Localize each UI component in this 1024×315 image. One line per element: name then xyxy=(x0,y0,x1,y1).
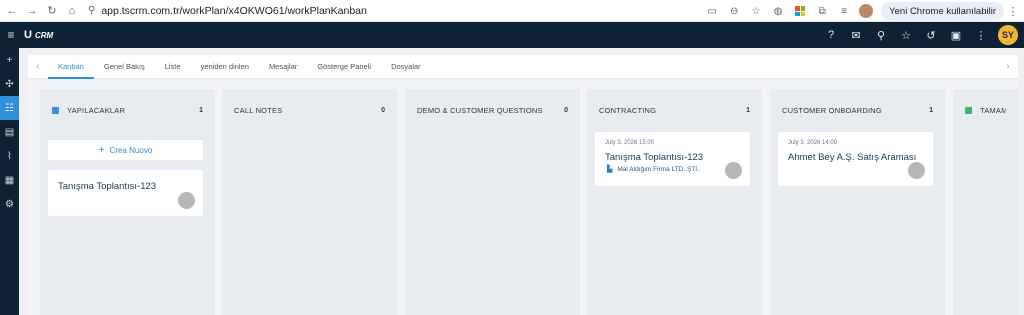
assignee-avatar[interactable] xyxy=(725,162,742,179)
reload-icon[interactable]: ↻ xyxy=(44,3,60,19)
tab-dashboard[interactable]: Gösterge Paneli xyxy=(307,55,381,78)
zoom-icon[interactable]: ⊖ xyxy=(725,2,743,20)
media-control-icon[interactable]: ≡ xyxy=(835,2,853,20)
tab-messages[interactable]: Mesajlar xyxy=(259,55,307,78)
contacts-icon[interactable]: ▦ xyxy=(0,168,19,192)
column-title: DEMO & CUSTOMER QUESTIONS xyxy=(417,105,543,115)
column-title: YAPILACAKLAR xyxy=(67,105,126,115)
mail-icon[interactable]: ✉ xyxy=(845,24,867,46)
column-count: 1 xyxy=(929,106,933,114)
logo-mark: U xyxy=(24,29,32,41)
bookmark-star-icon[interactable]: ☆ xyxy=(747,2,765,20)
building-icon: ▙ xyxy=(607,166,613,173)
home-icon[interactable]: ⌂ xyxy=(64,3,80,19)
column-count: 1 xyxy=(199,106,203,114)
column-header: CONTRACTING 1 xyxy=(587,89,762,131)
history-icon[interactable]: ↺ xyxy=(920,24,942,46)
url-text[interactable]: app.tscrm.com.tr/workPlan/x4OKWO61/workP… xyxy=(101,5,367,17)
column-count: 0 xyxy=(381,106,385,114)
tab-files[interactable]: Dosyalar xyxy=(381,55,431,78)
kanban-column-onboarding: CUSTOMER ONBOARDING 1 July 3, 2026 14:00… xyxy=(770,89,945,315)
logo-text: CRM xyxy=(34,30,54,40)
workplan-list-icon[interactable]: ☷ xyxy=(0,96,19,120)
favorites-star-icon[interactable]: ☆ xyxy=(895,24,917,46)
screen-cast-icon[interactable]: ▭ xyxy=(703,2,721,20)
column-color-dot xyxy=(52,106,59,114)
add-icon[interactable]: + xyxy=(0,48,19,72)
chrome-update-pill[interactable]: Yeni Chrome kullanılabilir xyxy=(881,2,1004,20)
column-title: CUSTOMER ONBOARDING xyxy=(782,105,882,115)
company-name: Mal Aldığım Firma LTD. ŞTİ. xyxy=(617,165,699,173)
column-header: TAMAM xyxy=(953,89,1018,131)
kanban-column-call-notes: CALL NOTES 0 xyxy=(222,89,397,315)
extension-circle-icon[interactable]: ◍ xyxy=(769,2,787,20)
column-header: DEMO & CUSTOMER QUESTIONS 0 xyxy=(405,89,580,131)
search-icon[interactable]: ⚲ xyxy=(870,24,892,46)
hamburger-menu-icon[interactable]: ≡ xyxy=(2,28,20,42)
card-title: Ahmet Bey A.Ş. Satış Araması xyxy=(788,152,917,163)
card-company[interactable]: ▙ Mal Aldığım Firma LTD. ŞTİ. xyxy=(607,165,699,174)
tab-overview[interactable]: Genel Bakış xyxy=(94,55,155,78)
chrome-menu-icon[interactable]: ⋮ xyxy=(1006,5,1020,18)
left-sidebar: + ✣ ☷ ▤ ⌇ ▦ ⚙ xyxy=(0,48,19,315)
column-count: 1 xyxy=(746,106,750,114)
column-title: CALL NOTES xyxy=(234,105,283,115)
assignee-avatar[interactable] xyxy=(178,192,195,209)
id-card-icon[interactable]: ▣ xyxy=(945,24,967,46)
user-avatar[interactable]: SY xyxy=(998,25,1018,45)
browser-toolbar: ← → ↻ ⌂ ⚲ app.tscrm.com.tr/workPlan/x4OK… xyxy=(0,0,1024,22)
kanban-column-demo-questions: DEMO & CUSTOMER QUESTIONS 0 xyxy=(405,89,580,315)
kanban-board: YAPILACAKLAR 1 + Crea Nuovo Tanışma Topl… xyxy=(28,80,1018,315)
deals-icon[interactable]: ▤ xyxy=(0,120,19,144)
kanban-column-done: TAMAM xyxy=(953,89,1018,315)
tabs-scroll-left-icon[interactable]: ‹ xyxy=(28,55,48,78)
network-icon[interactable]: ✣ xyxy=(0,72,19,96)
address-bar[interactable]: ⚲ app.tscrm.com.tr/workPlan/x4OKWO61/wor… xyxy=(88,2,367,20)
app-header: ≡ U CRM ? ✉ ⚲ ☆ ↺ ▣ ⋮ SY xyxy=(0,22,1024,48)
tabs-scroll-right-icon[interactable]: › xyxy=(998,55,1018,78)
column-color-dot xyxy=(965,106,972,114)
plus-icon: + xyxy=(98,144,105,156)
grid-menu-icon[interactable]: ⋮ xyxy=(970,24,992,46)
assignee-avatar[interactable] xyxy=(908,162,925,179)
office-extension-icon[interactable] xyxy=(791,2,809,20)
column-title: CONTRACTING xyxy=(599,105,657,115)
card-title: Tanışma Toplantısı-123 xyxy=(605,152,704,163)
card-date: July 3, 2026 14:00 xyxy=(788,140,838,146)
column-header: CUSTOMER ONBOARDING 1 xyxy=(770,89,945,131)
back-icon[interactable]: ← xyxy=(4,3,20,19)
create-new-button[interactable]: + Crea Nuovo xyxy=(48,140,203,160)
view-tabs: ‹ Kanban Genel Bakış Liste yeniden dinle… xyxy=(28,55,1018,79)
kanban-column-todo: YAPILACAKLAR 1 + Crea Nuovo Tanışma Topl… xyxy=(40,89,215,315)
app-logo[interactable]: U CRM xyxy=(24,29,53,41)
column-title: TAMAM xyxy=(980,105,1006,115)
forward-icon[interactable]: → xyxy=(24,3,40,19)
settings-gear-icon[interactable]: ⚙ xyxy=(0,192,19,216)
kanban-column-contracting: CONTRACTING 1 July 3, 2026 15:00 Tanışma… xyxy=(587,89,762,315)
help-icon[interactable]: ? xyxy=(820,24,842,46)
column-header: CALL NOTES 0 xyxy=(222,89,397,131)
kanban-card[interactable]: July 3, 2026 14:00 Ahmet Bey A.Ş. Satış … xyxy=(778,132,933,186)
tab-kanban[interactable]: Kanban xyxy=(48,55,94,79)
create-new-label: Crea Nuovo xyxy=(109,145,153,155)
column-header: YAPILACAKLAR 1 xyxy=(40,89,215,131)
kanban-card[interactable]: July 3, 2026 15:00 Tanışma Toplantısı-12… xyxy=(595,132,750,186)
tab-relisten[interactable]: yeniden dinlen xyxy=(191,55,259,78)
site-info-icon[interactable]: ⚲ xyxy=(88,5,95,16)
browser-profile-avatar[interactable] xyxy=(859,4,874,18)
analytics-icon[interactable]: ⌇ xyxy=(0,144,19,168)
extensions-puzzle-icon[interactable]: ⧉ xyxy=(813,2,831,20)
card-date: July 3, 2026 15:00 xyxy=(605,140,655,146)
kanban-card[interactable]: Tanışma Toplantısı-123 xyxy=(48,170,203,216)
column-count: 0 xyxy=(564,106,568,114)
card-title: Tanışma Toplantısı-123 xyxy=(58,181,157,192)
tab-list[interactable]: Liste xyxy=(155,55,191,78)
